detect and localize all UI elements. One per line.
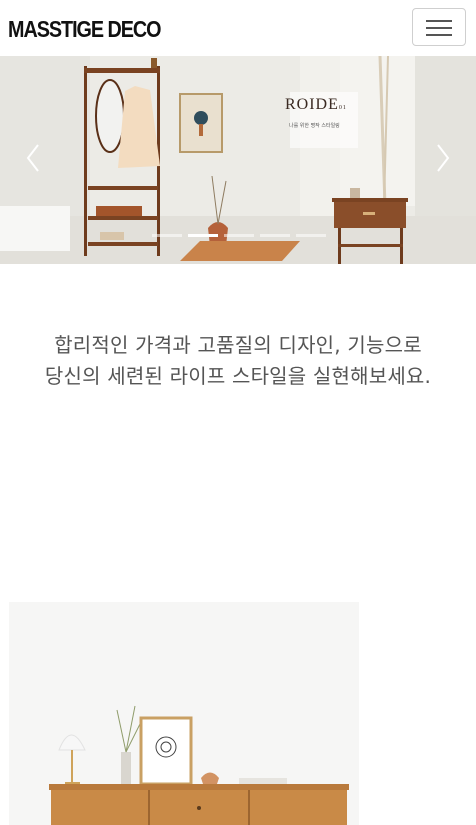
chevron-left-icon (26, 144, 39, 172)
intro-tagline: 합리적인 가격과 고품질의 디자인, 기능으로 당신의 세련된 라이프 스타일을… (0, 330, 476, 392)
chevron-right-icon (437, 144, 450, 172)
intro-line: 당신의 세련된 라이프 스타일을 실현해보세요. (44, 364, 432, 388)
sideboard-photo (9, 602, 359, 825)
carousel-indicator-active[interactable] (188, 234, 218, 237)
carousel-indicator[interactable] (224, 234, 254, 237)
site-logo[interactable]: MASSTIGE DECO (8, 16, 162, 43)
hero-carousel[interactable]: ROIDE01 나를 위한 명작 스타일링 (0, 56, 476, 264)
hamburger-menu-icon (426, 20, 452, 36)
product-image[interactable] (9, 602, 359, 825)
hero-subtitle: 나를 위한 명작 스타일링 (289, 123, 340, 129)
carousel-prev-button[interactable] (22, 141, 46, 175)
menu-toggle-button[interactable] (412, 8, 466, 46)
carousel-indicator[interactable] (296, 234, 326, 237)
carousel-indicator[interactable] (260, 234, 290, 237)
carousel-indicators (152, 234, 326, 240)
hero-slide-image (0, 56, 476, 264)
intro-line: 합리적인 가격과 고품질의 디자인, 기능으로 (54, 333, 422, 357)
carousel-indicator[interactable] (152, 234, 182, 237)
carousel-next-button[interactable] (430, 141, 454, 175)
header: MASSTIGE DECO (0, 0, 476, 56)
hero-brand-title: ROIDE01 (285, 96, 347, 113)
